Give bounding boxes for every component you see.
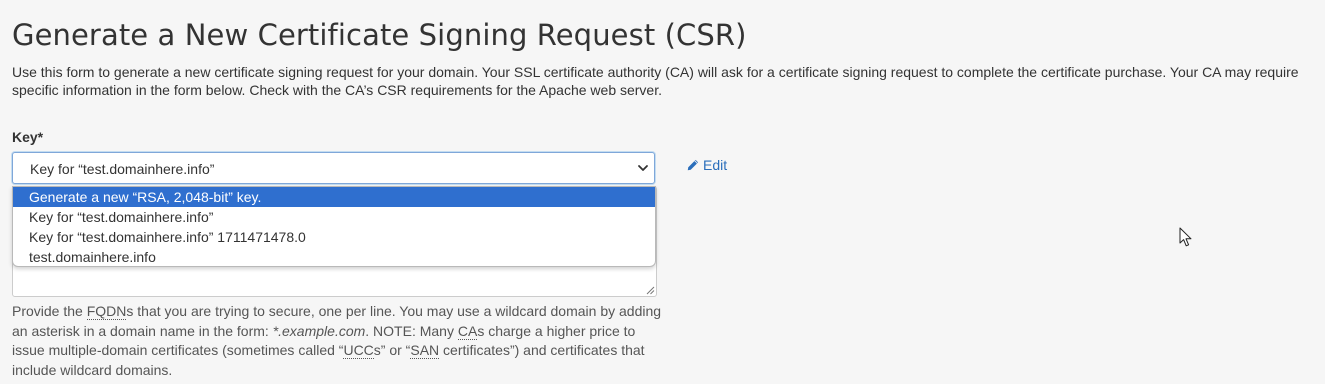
resize-grip-icon[interactable] (646, 286, 655, 295)
key-option-generate-new[interactable]: Generate a new “RSA, 2,048-bit” key. (13, 187, 655, 207)
example-domain: *.example.com (272, 322, 366, 339)
domains-help-text: Provide the FQDNs that you are trying to… (12, 302, 662, 380)
page-intro: Use this form to generate a new certific… (12, 64, 1299, 98)
key-select-value: Key for “test.domainhere.info” (30, 161, 215, 177)
chevron-down-icon (638, 165, 648, 171)
help-text-5: s” or “ (373, 342, 411, 358)
key-dropdown-list[interactable]: Generate a new “RSA, 2,048-bit” key. Key… (12, 186, 656, 267)
san-abbr: SAN (410, 342, 440, 359)
page-title: Generate a New Certificate Signing Reque… (12, 18, 747, 52)
key-option-test-domainhere-timestamp[interactable]: Key for “test.domainhere.info” 171147147… (13, 227, 655, 247)
edit-key-link[interactable]: Edit (686, 157, 727, 173)
key-select[interactable]: Key for “test.domainhere.info” (12, 152, 655, 184)
key-option-test-domainhere[interactable]: Key for “test.domainhere.info” (13, 207, 655, 227)
help-text-1: Provide the (12, 303, 87, 319)
csr-page: Generate a New Certificate Signing Reque… (0, 0, 1325, 384)
ca-abbr: CA (457, 322, 478, 340)
key-label: Key* (12, 129, 44, 145)
ucc-abbr: UCC (343, 342, 374, 359)
help-text-3: . NOTE: Many (365, 322, 458, 339)
mouse-pointer-icon (1179, 227, 1192, 247)
fqdn-abbr: FQDN (86, 303, 127, 320)
edit-label: Edit (703, 157, 728, 173)
pencil-icon (687, 159, 699, 171)
key-option-domain-only[interactable]: test.domainhere.info (13, 247, 655, 266)
